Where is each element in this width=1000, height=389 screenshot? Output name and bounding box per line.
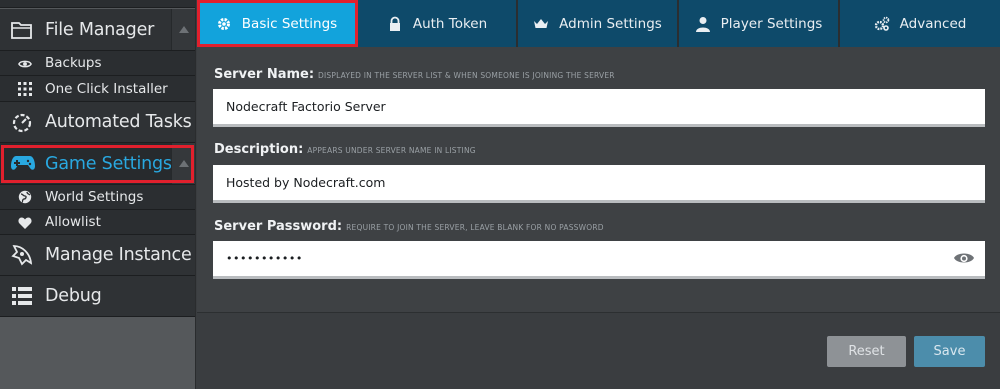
sidebar-item-label: Game Settings <box>45 153 172 174</box>
tab-basic-settings[interactable]: Basic Settings <box>197 0 358 47</box>
globe-icon <box>18 190 32 204</box>
tab-player-settings[interactable]: Player Settings <box>679 0 840 47</box>
sidebar-item-automated-tasks[interactable]: Automated Tasks <box>0 102 195 143</box>
label-text: Server Name: <box>214 67 315 82</box>
eye-icon <box>18 60 32 68</box>
timer-icon <box>12 113 32 133</box>
collapse-toggle[interactable] <box>171 9 195 50</box>
server-password-label: Server Password: REQUIRE TO JOIN THE SERV… <box>214 219 604 234</box>
collapse-toggle[interactable] <box>171 143 195 184</box>
sidebar-item-world-settings[interactable]: World Settings <box>0 185 195 210</box>
gamepad-icon <box>11 156 35 170</box>
sidebar-item-one-click-installer[interactable]: One Click Installer <box>0 76 195 102</box>
gear-icon <box>217 17 230 30</box>
label-hint: DISPLAYED IN THE SERVER LIST & WHEN SOME… <box>318 71 615 80</box>
chevron-up-icon <box>178 26 189 33</box>
sidebar-item-label: Manage Instance <box>45 245 192 265</box>
sidebar-item-backups[interactable]: Backups <box>0 51 195 76</box>
sidebar-item-label: World Settings <box>45 189 144 205</box>
chevron-up-icon <box>178 160 189 167</box>
list-icon <box>12 287 32 305</box>
show-password-eye-icon[interactable] <box>953 250 975 266</box>
tab-admin-settings[interactable]: Admin Settings <box>518 0 679 47</box>
label-text: Server Password: <box>214 219 343 234</box>
sidebar-item-label: One Click Installer <box>45 81 168 97</box>
label-hint: REQUIRE TO JOIN THE SERVER, LEAVE BLANK … <box>346 223 604 232</box>
label-hint: APPEARS UNDER SERVER NAME IN LISTING <box>307 146 476 155</box>
tab-label: Advanced <box>899 15 967 32</box>
settings-tabs: Basic Settings Auth Token Admin Settings… <box>197 0 1000 47</box>
grid-icon <box>18 82 32 96</box>
sidebar-item-label: File Manager <box>45 19 155 40</box>
server-password-input[interactable]: ••••••••••• <box>213 241 985 279</box>
sidebar-item-file-manager[interactable]: File Manager <box>0 9 195 51</box>
input-value: ••••••••••• <box>226 252 303 265</box>
sidebar-item-label: Backups <box>45 55 102 71</box>
sidebar-item-label: Automated Tasks <box>45 112 192 132</box>
input-value: Nodecraft Factorio Server <box>226 99 386 114</box>
tab-label: Player Settings <box>720 15 823 32</box>
save-button[interactable]: Save <box>914 336 985 367</box>
lock-icon <box>389 16 400 31</box>
sidebar: File Manager Backups One Click Installer… <box>0 0 196 389</box>
basic-settings-form: Server Name: DISPLAYED IN THE SERVER LIST… <box>197 47 1000 312</box>
sidebar-item-manage-instance[interactable]: Manage Instance <box>0 235 195 276</box>
reset-button[interactable]: Reset <box>827 336 906 367</box>
description-input[interactable]: Hosted by Nodecraft.com <box>213 165 985 203</box>
folder-icon <box>11 22 32 39</box>
tab-label: Admin Settings <box>559 15 662 32</box>
heart-icon <box>18 217 32 229</box>
input-value: Hosted by Nodecraft.com <box>226 175 386 190</box>
crown-icon <box>534 18 549 28</box>
server-name-label: Server Name: DISPLAYED IN THE SERVER LIST… <box>214 67 615 82</box>
server-name-input[interactable]: Nodecraft Factorio Server <box>213 89 985 127</box>
sidebar-item-previous[interactable] <box>0 0 195 8</box>
sidebar-item-label: Allowlist <box>45 214 101 230</box>
tab-advanced[interactable]: Advanced <box>840 0 1000 47</box>
tab-label: Basic Settings <box>241 15 338 32</box>
sidebar-item-label: Debug <box>45 286 102 306</box>
form-actions: Reset Save <box>197 312 1000 389</box>
rocket-icon <box>11 245 33 266</box>
tab-label: Auth Token <box>412 15 488 32</box>
app-window: File Manager Backups One Click Installer… <box>0 0 1000 389</box>
sidebar-item-debug[interactable]: Debug <box>0 276 195 317</box>
gears-icon <box>874 16 889 31</box>
sidebar-item-game-settings[interactable]: Game Settings <box>0 143 195 185</box>
sidebar-item-allowlist[interactable]: Allowlist <box>0 210 195 235</box>
description-label: Description: APPEARS UNDER SERVER NAME IN… <box>214 142 476 157</box>
label-text: Description: <box>214 142 304 157</box>
tab-auth-token[interactable]: Auth Token <box>358 0 518 47</box>
user-icon <box>695 16 710 32</box>
